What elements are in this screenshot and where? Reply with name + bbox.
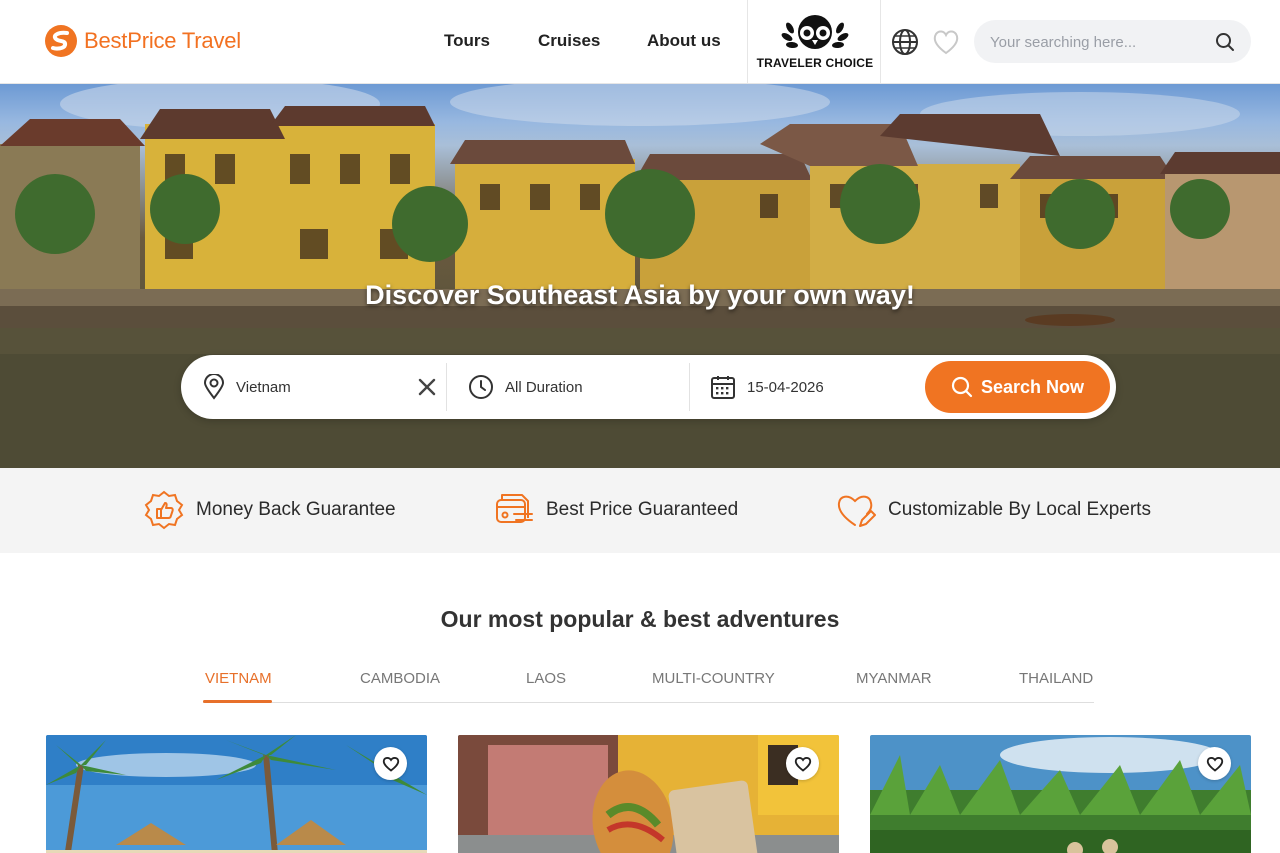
site-logo[interactable]: BestPrice Travel <box>44 24 241 58</box>
date-value: 15-04-2026 <box>747 378 824 396</box>
header-search <box>974 20 1251 63</box>
duration-field[interactable]: All Duration <box>468 355 668 419</box>
tour-image-coconut-forest <box>870 735 1251 853</box>
hero-banner: Discover Southeast Asia by your own way!… <box>0 84 1280 468</box>
feature-customizable: Customizable By Local Experts <box>836 490 1151 530</box>
tab-cambodia[interactable]: CAMBODIA <box>360 670 440 687</box>
heart-edit-icon <box>837 495 876 527</box>
features-strip: Money Back Guarantee Best Price Guarante… <box>0 468 1280 553</box>
tripadvisor-owl-icon <box>781 15 849 49</box>
tab-multi-country[interactable]: MULTI-COUNTRY <box>652 670 775 687</box>
nav-cruises[interactable]: Cruises <box>538 31 600 51</box>
active-tab-indicator <box>203 700 272 703</box>
search-now-label: Search Now <box>980 376 1085 397</box>
tab-vietnam[interactable]: VIETNAM <box>205 670 272 687</box>
tour-card[interactable] <box>458 735 839 853</box>
destination-field[interactable]: Vietnam <box>203 355 443 419</box>
hero-search-bar: Vietnam All Duration 15-04-2026 Search N… <box>181 355 1116 419</box>
nav-tours[interactable]: Tours <box>444 31 490 51</box>
tab-myanmar[interactable]: MYANMAR <box>856 670 932 687</box>
traveler-choice-badge[interactable]: TRAVELER CHOICE <box>747 0 881 84</box>
globe-icon[interactable] <box>891 28 919 56</box>
favorite-button[interactable] <box>374 747 407 780</box>
divider <box>446 363 447 411</box>
logo-mark-icon <box>45 25 77 57</box>
tab-laos[interactable]: LAOS <box>526 670 566 687</box>
site-header: BestPrice Travel Tours Cruises About us … <box>0 0 1280 84</box>
feature-label: Money Back Guarantee <box>196 499 396 520</box>
header-search-input[interactable] <box>990 31 1210 53</box>
heart-icon <box>1206 756 1223 772</box>
duration-value: All Duration <box>505 378 583 396</box>
date-field[interactable]: 15-04-2026 <box>710 355 910 419</box>
section-title: Our most popular & best adventures <box>440 606 840 632</box>
traveler-choice-text: TRAVELER CHOICE <box>756 56 874 70</box>
country-tabs: VIETNAM CAMBODIA LAOS MULTI-COUNTRY MYAN… <box>203 660 1094 703</box>
tour-card[interactable] <box>870 735 1251 853</box>
divider <box>689 363 690 411</box>
location-pin-icon <box>203 374 225 400</box>
feature-best-price: Best Price Guaranteed <box>494 490 738 530</box>
feature-label: Best Price Guaranteed <box>546 499 739 520</box>
tour-image-banh-mi <box>458 735 839 853</box>
clock-icon <box>469 375 493 399</box>
search-icon[interactable] <box>1215 32 1235 52</box>
favorite-button[interactable] <box>1198 747 1231 780</box>
clear-icon[interactable] <box>417 377 437 397</box>
hero-title: Discover Southeast Asia by your own way! <box>365 280 915 310</box>
heart-icon[interactable] <box>931 28 961 56</box>
feature-label: Customizable By Local Experts <box>888 499 1151 520</box>
tour-image-beach <box>46 735 427 853</box>
search-icon <box>951 376 973 398</box>
calendar-icon <box>711 376 735 399</box>
heart-icon <box>794 756 811 772</box>
thumbs-up-badge-icon <box>144 490 184 530</box>
nav-about-us[interactable]: About us <box>647 31 721 51</box>
tour-card[interactable] <box>46 735 427 853</box>
destination-value: Vietnam <box>236 378 291 396</box>
heart-icon <box>382 756 399 772</box>
logo-text: BestPrice Travel <box>84 28 241 53</box>
feature-money-back: Money Back Guarantee <box>144 490 396 530</box>
search-now-button[interactable]: Search Now <box>925 361 1110 413</box>
tab-thailand[interactable]: THAILAND <box>1019 670 1093 687</box>
favorite-button[interactable] <box>786 747 819 780</box>
price-tag-icon <box>496 494 533 523</box>
